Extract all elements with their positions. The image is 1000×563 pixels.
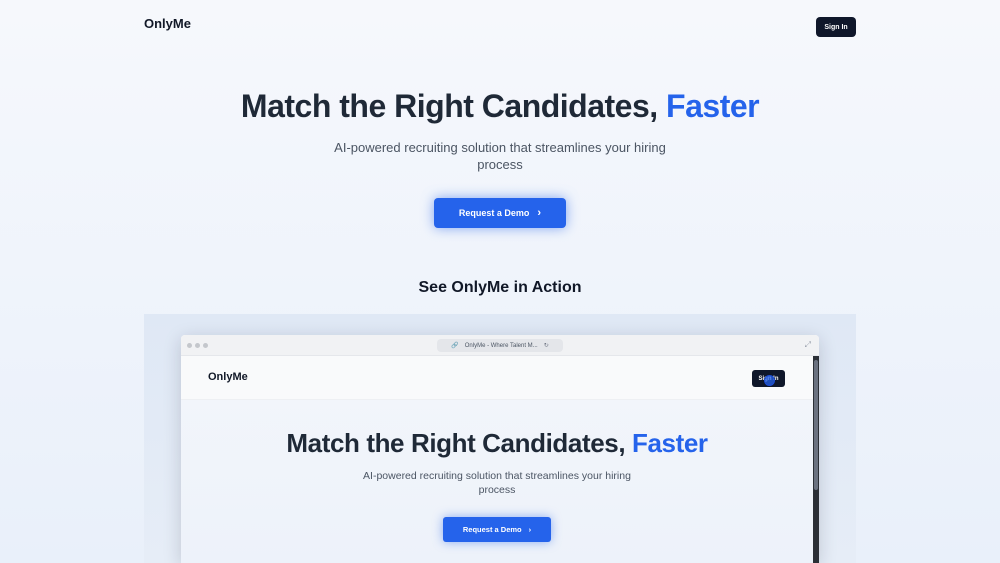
top-nav: OnlyMe Sign In <box>0 0 1000 54</box>
cursor-highlight-icon <box>764 375 775 386</box>
request-demo-button[interactable]: Request a Demo › <box>434 198 566 228</box>
inner-page: OnlyMe Sign In Match the Right Candidate… <box>181 356 813 563</box>
inner-request-demo-label: Request a Demo <box>462 525 522 534</box>
browser-chrome: 🔗 OnlyMe - Where Talent M... ↻ ⤢ <box>181 335 819 356</box>
url-bar[interactable]: 🔗 OnlyMe - Where Talent M... ↻ <box>437 339 563 352</box>
inner-logo: OnlyMe <box>208 371 248 383</box>
inner-hero-subtitle: AI-powered recruiting solution that stre… <box>363 470 631 496</box>
logo[interactable]: OnlyMe <box>144 16 191 31</box>
link-icon: 🔗 <box>451 343 459 349</box>
url-bar-title: OnlyMe - Where Talent M... <box>464 342 538 349</box>
chevron-right-icon: › <box>528 525 532 534</box>
chevron-right-icon: › <box>537 207 542 219</box>
hero-title-main: Match the Right Candidates, <box>240 88 658 124</box>
inner-title-main: Match the Right Candidates, <box>286 428 626 458</box>
scrollbar[interactable] <box>813 356 819 563</box>
window-dot-icon <box>187 343 192 348</box>
hero-title: Match the Right Candidates, Faster <box>0 88 1000 125</box>
inner-request-demo-button: Request a Demo › <box>443 517 551 542</box>
inner-title-accent: Faster <box>631 428 708 458</box>
inner-nav: OnlyMe Sign In <box>181 356 813 400</box>
hero-title-accent: Faster <box>666 88 760 124</box>
inner-hero-title: Match the Right Candidates, Faster <box>181 428 813 459</box>
sign-in-button[interactable]: Sign In <box>816 17 856 37</box>
window-dot-icon <box>195 343 200 348</box>
scrollbar-thumb[interactable] <box>814 360 818 490</box>
reload-icon[interactable]: ↻ <box>544 342 549 349</box>
hero-subtitle: AI-powered recruiting solution that stre… <box>334 140 666 172</box>
request-demo-label: Request a Demo <box>458 208 530 218</box>
demo-section-title: See OnlyMe in Action <box>418 279 582 296</box>
window-dot-icon <box>203 343 208 348</box>
browser-mockup: 🔗 OnlyMe - Where Talent M... ↻ ⤢ OnlyMe … <box>181 335 819 563</box>
expand-icon[interactable]: ⤢ <box>805 340 811 350</box>
